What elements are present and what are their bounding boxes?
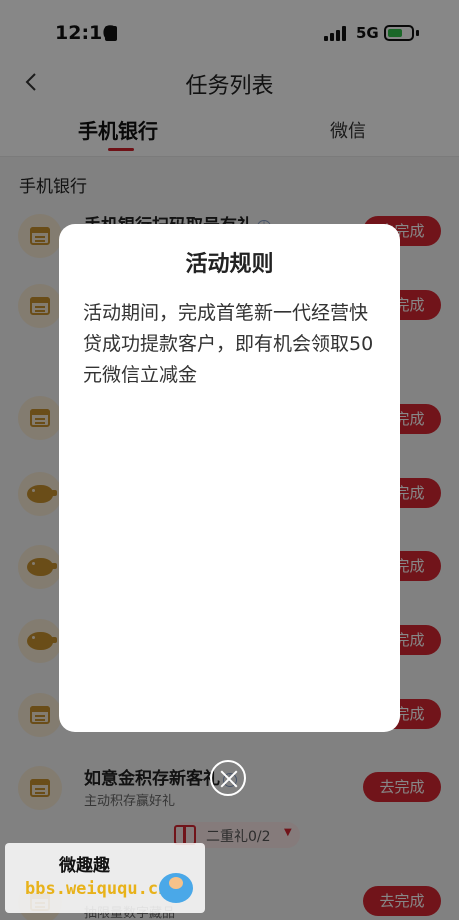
watermark-url: bbs.weiququ.cn bbox=[25, 879, 169, 899]
rules-modal: 活动规则 活动期间，完成首笔新一代经营快贷成功提款客户，即有机会领取50元微信立… bbox=[59, 224, 400, 732]
modal-body: 活动期间，完成首笔新一代经营快贷成功提款客户，即有机会领取50元微信立减金 bbox=[83, 302, 374, 386]
watermark: 微趣趣 bbs.weiququ.cn bbox=[5, 843, 205, 913]
modal-title: 活动规则 bbox=[185, 252, 274, 277]
watermark-title: 微趣趣 bbox=[59, 856, 110, 876]
close-icon[interactable] bbox=[210, 760, 246, 796]
mascot-icon bbox=[159, 873, 193, 903]
